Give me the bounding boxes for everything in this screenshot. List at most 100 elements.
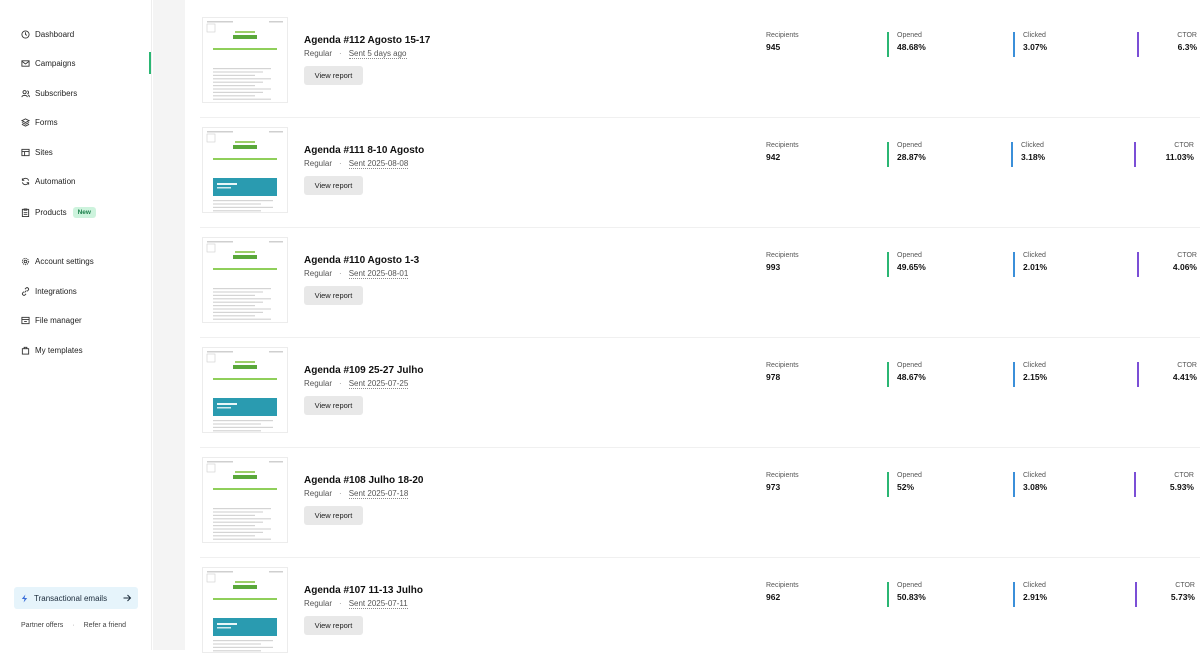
stat-ctor: CTOR 5.93% — [1134, 472, 1194, 497]
stat-value: 52% — [897, 482, 915, 492]
stat-divider — [887, 582, 889, 607]
sidebar-item-products[interactable]: Products New — [20, 201, 148, 223]
campaign-meta: Regular · Sent 2025-08-08 — [304, 159, 409, 169]
view-report-button[interactable]: View report — [304, 286, 363, 305]
view-report-button[interactable]: View report — [304, 176, 363, 195]
campaign-row: Agenda #111 8-10 Agosto Regular · Sent 202… — [186, 110, 1200, 220]
partner-offers-link[interactable]: Partner offers — [21, 622, 63, 629]
clipboard-icon — [20, 207, 30, 217]
stat-divider — [1013, 582, 1015, 607]
stat-clicked: Clicked 3.07% — [1013, 32, 1047, 57]
sidebar-item-label: Account settings — [35, 256, 94, 266]
stat-value: 4.06% — [1172, 262, 1197, 272]
sidebar-item-file-manager[interactable]: File manager — [20, 309, 148, 331]
transactional-emails-button[interactable]: Transactional emails — [14, 587, 138, 609]
stat-label: Clicked — [1021, 142, 1044, 149]
stat-label: Recipients — [766, 362, 799, 369]
stat-opened: Opened 28.87% — [887, 142, 926, 167]
content-left-gutter — [153, 0, 185, 650]
separator-dot: · — [339, 159, 342, 168]
sidebar-item-label: My templates — [35, 345, 83, 355]
sidebar-item-subscribers[interactable]: Subscribers — [20, 82, 148, 104]
clock-icon — [20, 29, 30, 39]
campaign-meta: Regular · Sent 5 days ago — [304, 49, 407, 59]
stat-recipients: Recipients 993 — [756, 252, 799, 277]
campaign-title[interactable]: Agenda #107 11-13 Julho — [304, 585, 423, 596]
sidebar-item-label: Campaigns — [35, 58, 76, 68]
sent-date: Sent 2025-07-25 — [348, 379, 409, 389]
stat-value: 5.93% — [1169, 482, 1194, 492]
separator-dot: · — [339, 269, 342, 278]
stat-clicked: Clicked 2.01% — [1013, 252, 1047, 277]
stat-value: 2.01% — [1023, 262, 1048, 272]
refresh-icon — [20, 176, 30, 186]
stat-value: 5.73% — [1170, 592, 1195, 602]
sidebar-item-integrations[interactable]: Integrations — [20, 280, 148, 302]
view-report-button[interactable]: View report — [304, 396, 363, 415]
stat-divider — [887, 472, 889, 497]
sidebar: Dashboard Campaigns Subscribers Forms Si… — [0, 0, 152, 650]
stat-value: 962 — [766, 592, 781, 602]
sidebar-item-label: Sites — [35, 147, 53, 157]
campaign-title[interactable]: Agenda #110 Agosto 1-3 — [304, 255, 419, 266]
stat-opened: Opened 50.83% — [887, 582, 926, 607]
stat-label: Recipients — [766, 472, 799, 479]
stat-value: 6.3% — [1177, 42, 1197, 52]
sent-date: Sent 5 days ago — [348, 49, 407, 59]
stat-label: Clicked — [1023, 472, 1046, 479]
campaign-row: Agenda #109 25-27 Julho Regular · Sent 202… — [186, 330, 1200, 440]
stat-value: 11.03% — [1165, 152, 1194, 162]
sidebar-item-label: Subscribers — [35, 88, 78, 98]
sidebar-item-forms[interactable]: Forms — [20, 111, 148, 133]
sent-date: Sent 2025-07-11 — [348, 599, 408, 609]
stat-value: 942 — [766, 152, 781, 162]
sent-date: Sent 2025-07-18 — [348, 489, 409, 499]
campaign-title[interactable]: Agenda #112 Agosto 15-17 — [304, 35, 430, 46]
stat-ctor: CTOR 11.03% — [1134, 142, 1194, 167]
lightning-icon — [20, 593, 29, 603]
email-preview-thumbnail[interactable] — [202, 347, 288, 433]
stat-recipients: Recipients 978 — [756, 362, 799, 387]
email-preview-thumbnail[interactable] — [202, 567, 288, 653]
sidebar-item-sites[interactable]: Sites — [20, 141, 148, 163]
email-preview-thumbnail[interactable] — [202, 127, 288, 213]
stat-divider — [887, 252, 889, 277]
stat-divider — [1013, 32, 1015, 57]
stat-value: 3.07% — [1023, 42, 1048, 52]
stat-value: 973 — [766, 482, 781, 492]
sidebar-item-my-templates[interactable]: My templates — [20, 339, 148, 361]
stat-value: 50.83% — [897, 592, 926, 602]
sidebar-item-campaigns[interactable]: Campaigns — [20, 52, 148, 74]
stat-ctor: CTOR 5.73% — [1135, 582, 1195, 607]
mail-icon — [20, 58, 30, 68]
stat-label: Clicked — [1023, 252, 1046, 259]
campaign-meta: Regular · Sent 2025-07-11 — [304, 599, 408, 609]
campaign-title[interactable]: Agenda #109 25-27 Julho — [304, 365, 424, 376]
campaign-row: Agenda #110 Agosto 1-3 Regular · Sent 2025… — [186, 220, 1200, 330]
stat-label: CTOR — [1177, 362, 1197, 369]
sidebar-item-label: File manager — [35, 315, 82, 325]
email-preview-thumbnail[interactable] — [202, 237, 288, 323]
stat-label: Clicked — [1023, 362, 1046, 369]
folder-icon — [20, 315, 30, 325]
campaign-meta: Regular · Sent 2025-08-01 — [304, 269, 409, 279]
email-preview-thumbnail[interactable] — [202, 457, 288, 543]
view-report-button[interactable]: View report — [304, 506, 363, 525]
sidebar-item-label: Products — [35, 207, 67, 217]
sidebar-item-dashboard[interactable]: Dashboard — [20, 23, 148, 45]
view-report-button[interactable]: View report — [304, 616, 363, 635]
stat-ctor: CTOR 6.3% — [1137, 32, 1197, 57]
campaign-title[interactable]: Agenda #108 Julho 18-20 — [304, 475, 424, 486]
email-preview-thumbnail[interactable] — [202, 17, 288, 103]
sidebar-item-automation[interactable]: Automation — [20, 170, 148, 192]
campaign-type: Regular — [304, 599, 333, 608]
view-report-button[interactable]: View report — [304, 66, 363, 85]
refer-friend-link[interactable]: Refer a friend — [84, 622, 126, 629]
separator-dot: · — [339, 489, 342, 498]
stat-value: 978 — [766, 372, 781, 382]
campaign-title[interactable]: Agenda #111 8-10 Agosto — [304, 145, 424, 156]
sidebar-item-account-settings[interactable]: Account settings — [20, 250, 148, 272]
stat-opened: Opened 52% — [887, 472, 922, 497]
stat-opened: Opened 49.65% — [887, 252, 926, 277]
campaign-row: Agenda #107 11-13 Julho Regular · Sent 202… — [186, 550, 1200, 660]
